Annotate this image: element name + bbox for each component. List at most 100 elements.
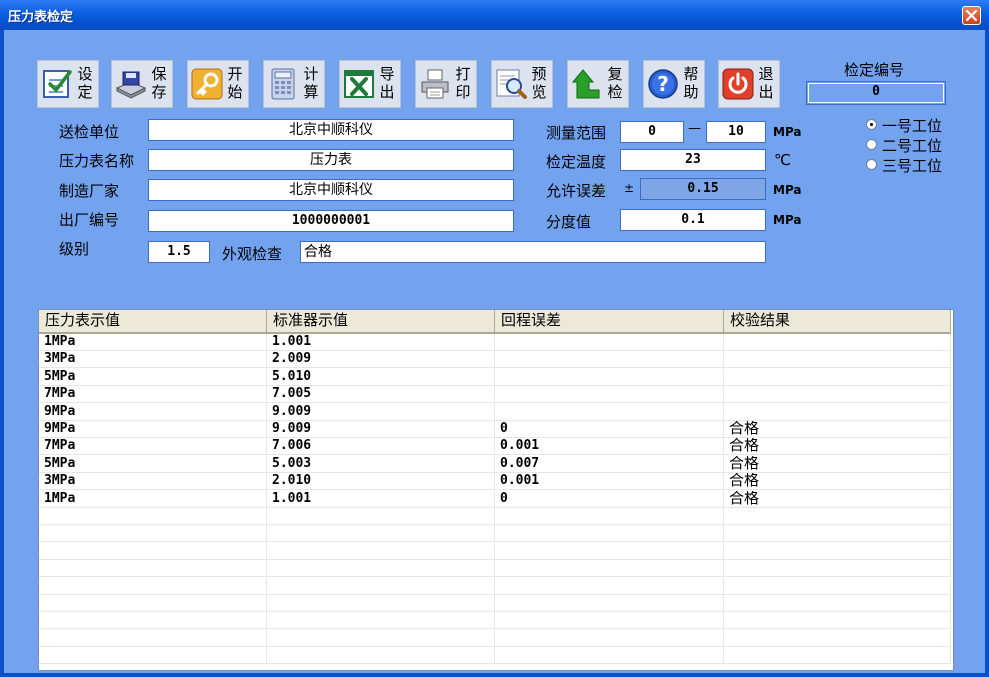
table-cell	[267, 542, 495, 560]
radio-unchecked-icon[interactable]	[866, 139, 877, 150]
table-cell	[724, 577, 951, 595]
column-header[interactable]: 校验结果	[724, 310, 951, 332]
temperature-label: 检定温度	[546, 153, 607, 171]
table-cell	[724, 368, 951, 386]
export-button[interactable]: 导出	[339, 60, 401, 108]
calculator-icon	[267, 68, 299, 100]
table-row[interactable]: 9MPa 9.009 0 合格	[39, 421, 951, 438]
table-row[interactable]	[39, 595, 951, 612]
table-cell: 1.001	[267, 490, 495, 508]
table-row[interactable]	[39, 647, 951, 665]
label-line-1: 开	[227, 65, 243, 83]
svg-text:?: ?	[657, 72, 669, 96]
table-cell	[267, 647, 495, 665]
label-line-2: 存	[151, 83, 167, 101]
table-cell	[495, 368, 724, 386]
table-row[interactable]	[39, 560, 951, 578]
help-button[interactable]: ? 帮助	[643, 60, 705, 108]
start-button[interactable]: 开始	[187, 60, 249, 108]
table-row[interactable]: 1MPa 1.001 0 合格	[39, 490, 951, 508]
manufacturer-field[interactable]: 北京中顺科仪	[148, 179, 514, 201]
settings-button[interactable]: 设定	[37, 60, 99, 108]
gauge-name-field[interactable]: 压力表	[148, 149, 514, 171]
station-label: 二号工位	[882, 137, 943, 155]
title-bar[interactable]: 压力表检定	[0, 0, 989, 30]
radio-checked-icon[interactable]	[866, 119, 877, 130]
table-cell	[724, 386, 951, 404]
table-cell	[724, 508, 951, 525]
exit-button[interactable]: 退出	[718, 60, 780, 108]
table-row[interactable]: 3MPa 2.010 0.001 合格	[39, 473, 951, 491]
label-line-1: 退	[758, 65, 774, 83]
table-row[interactable]: 5MPa 5.010	[39, 368, 951, 386]
range-dash: —	[688, 121, 701, 136]
table-row[interactable]: 9MPa 9.009	[39, 403, 951, 421]
table-row[interactable]	[39, 525, 951, 543]
range-max-field[interactable]: 10	[706, 121, 766, 143]
table-cell	[39, 612, 267, 630]
table-cell	[724, 334, 951, 351]
table-row[interactable]	[39, 542, 951, 560]
table-cell: 合格	[724, 455, 951, 473]
table-row[interactable]	[39, 577, 951, 595]
table-cell: 5MPa	[39, 368, 267, 386]
verification-no-label: 检定编号	[844, 61, 905, 79]
calculate-button[interactable]: 计算	[263, 60, 325, 108]
table-cell	[39, 577, 267, 595]
label-line-1: 复	[607, 65, 623, 83]
table-row[interactable]: 5MPa 5.003 0.007 合格	[39, 455, 951, 473]
table-cell: 2.010	[267, 473, 495, 491]
table-cell: 3MPa	[39, 351, 267, 369]
excel-icon	[343, 68, 375, 100]
export-button-label: 导出	[378, 65, 396, 101]
column-header[interactable]: 标准器示值	[267, 310, 495, 332]
division-label: 分度值	[546, 213, 592, 231]
appearance-field[interactable]: 合格	[300, 241, 766, 263]
table-cell	[495, 334, 724, 351]
table-cell	[724, 647, 951, 665]
appearance-label: 外观检查	[222, 245, 283, 263]
table-row[interactable]	[39, 612, 951, 630]
table-cell: 1MPa	[39, 490, 267, 508]
label-line-2: 检	[607, 83, 623, 101]
table-cell: 9.009	[267, 421, 495, 438]
column-header[interactable]: 回程误差	[495, 310, 724, 332]
table-row[interactable]: 7MPa 7.005	[39, 386, 951, 404]
table-cell	[267, 595, 495, 612]
temperature-field[interactable]: 23	[620, 149, 766, 171]
allowed-error-label: 允许误差	[546, 182, 607, 200]
table-row[interactable]	[39, 629, 951, 647]
help-icon: ?	[647, 68, 679, 100]
table-row[interactable]: 7MPa 7.006 0.001 合格	[39, 438, 951, 456]
table-cell	[267, 612, 495, 630]
table-cell: 0.001	[495, 473, 724, 491]
recheck-button[interactable]: 复检	[567, 60, 629, 108]
table-cell	[495, 595, 724, 612]
table-row[interactable]	[39, 508, 951, 525]
table-row[interactable]: 3MPa 2.009	[39, 351, 951, 369]
save-button[interactable]: 保存	[111, 60, 173, 108]
label-line-2: 印	[455, 83, 471, 101]
table-cell	[724, 351, 951, 369]
range-min-field[interactable]: 0	[620, 121, 684, 143]
help-button-label: 帮助	[682, 65, 700, 101]
table-cell: 0.007	[495, 455, 724, 473]
radio-unchecked-icon[interactable]	[866, 159, 877, 170]
print-button[interactable]: 打印	[415, 60, 477, 108]
table-cell	[724, 629, 951, 647]
table-cell	[495, 525, 724, 543]
serial-no-field[interactable]: 1000000001	[148, 210, 514, 232]
table-cell: 7.006	[267, 438, 495, 456]
label-line-1: 打	[455, 65, 471, 83]
results-table[interactable]: 压力表示值 标准器示值 回程误差 校验结果 1MPa 1.001 3MPa 2.009 5MP…	[38, 309, 954, 671]
gauge-name-label: 压力表名称	[59, 152, 135, 170]
column-header[interactable]: 压力表示值	[39, 310, 267, 332]
grade-field[interactable]: 1.5	[148, 241, 210, 263]
close-button[interactable]	[962, 6, 981, 25]
table-cell	[724, 560, 951, 578]
preview-button[interactable]: 预览	[491, 60, 553, 108]
label-line-1: 计	[303, 65, 319, 83]
table-row[interactable]: 1MPa 1.001	[39, 334, 951, 351]
sender-unit-field[interactable]: 北京中顺科仪	[148, 119, 514, 141]
division-field[interactable]: 0.1	[620, 209, 766, 231]
